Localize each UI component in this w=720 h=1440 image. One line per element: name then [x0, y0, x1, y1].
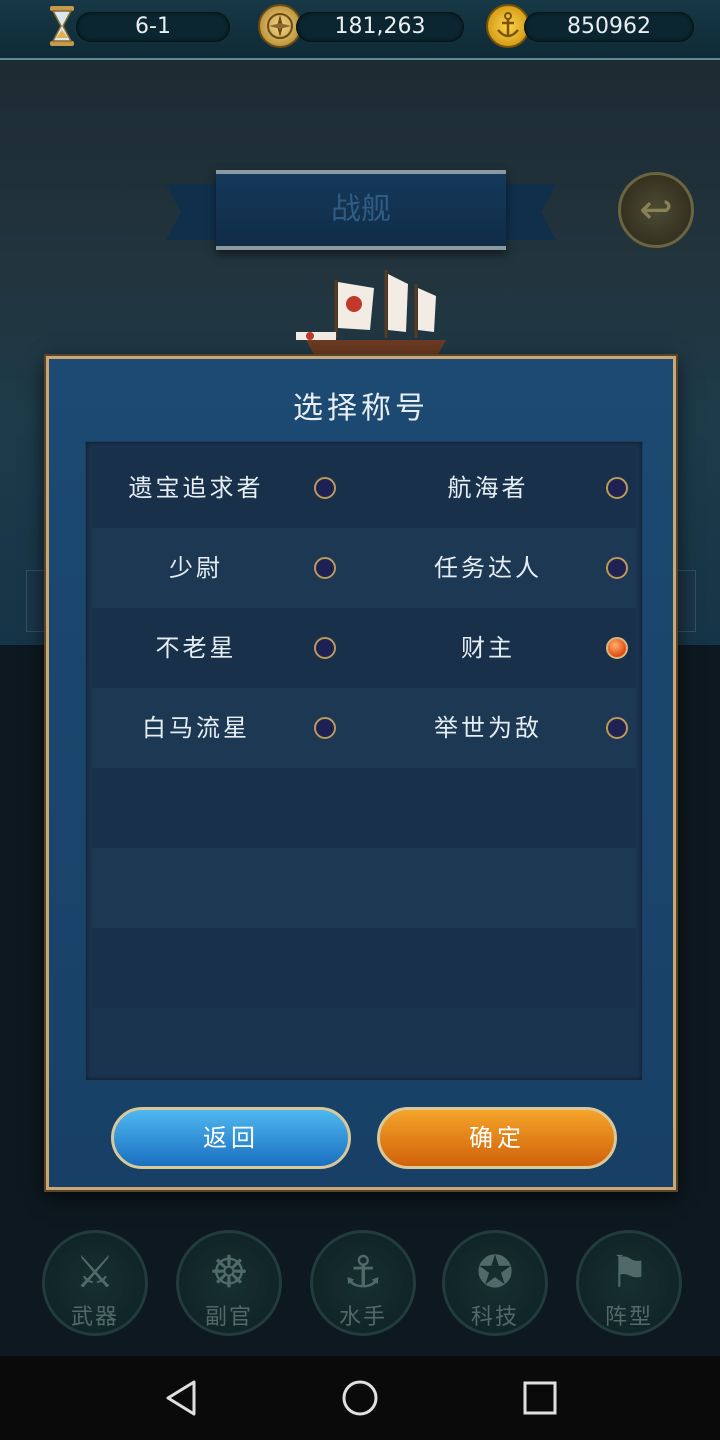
- option-label-left[interactable]: 不老星: [96, 608, 296, 688]
- sword-icon: ⚔: [75, 1247, 115, 1298]
- empty-row: [92, 768, 636, 848]
- option-label-right[interactable]: 财主: [388, 608, 588, 688]
- list-row: 白马流星 举世为敌: [92, 688, 636, 768]
- page-title: 战舰: [216, 170, 506, 250]
- option-radio-6-selected[interactable]: [606, 637, 628, 659]
- menu-weapon[interactable]: ⚔ 武器: [42, 1230, 148, 1336]
- menu-label: 水手: [338, 1305, 387, 1330]
- return-arrow-icon: ↩: [639, 187, 673, 233]
- option-radio-8[interactable]: [606, 717, 628, 739]
- back-button[interactable]: 返回: [111, 1107, 351, 1169]
- option-label-left[interactable]: 少尉: [96, 528, 296, 608]
- option-radio-4[interactable]: [606, 557, 628, 579]
- list-row: 不老星 财主: [92, 608, 636, 688]
- power-counter: 181,263: [296, 12, 464, 42]
- title-option-list: 遗宝追求者 航海者 少尉 任务达人 不老星 财主 白马流星 举世为敌: [85, 441, 643, 1081]
- option-label-left[interactable]: 白马流星: [96, 688, 296, 768]
- option-label-right[interactable]: 任务达人: [388, 528, 588, 608]
- nav-recent-icon[interactable]: [520, 1378, 560, 1418]
- list-row: 遗宝追求者 航海者: [92, 448, 636, 528]
- option-label-right[interactable]: 航海者: [388, 448, 588, 528]
- resource-bar: 6-1 181,263 850962: [0, 0, 720, 61]
- nav-back-icon[interactable]: [162, 1378, 202, 1418]
- menu-officer[interactable]: ☸ 副官: [176, 1230, 282, 1336]
- confirm-button[interactable]: 确定: [377, 1107, 617, 1169]
- menu-label: 副官: [204, 1305, 253, 1330]
- flag-icon: ⚑: [609, 1247, 649, 1298]
- option-radio-3[interactable]: [314, 557, 336, 579]
- list-row: 少尉 任务达人: [92, 528, 636, 608]
- compass-icon: ✪: [476, 1247, 514, 1298]
- menu-label: 科技: [470, 1305, 519, 1330]
- option-label-left[interactable]: 遗宝追求者: [96, 448, 296, 528]
- system-nav-bar: [0, 1356, 720, 1440]
- menu-sailor[interactable]: ⚓ 水手: [310, 1230, 416, 1336]
- option-radio-2[interactable]: [606, 477, 628, 499]
- return-button[interactable]: ↩: [618, 172, 694, 248]
- menu-formation[interactable]: ⚑ 阵型: [576, 1230, 682, 1336]
- option-radio-1[interactable]: [314, 477, 336, 499]
- stage-counter: 6-1: [76, 12, 230, 42]
- nav-home-icon[interactable]: [340, 1378, 380, 1418]
- menu-label: 阵型: [604, 1305, 653, 1330]
- option-radio-5[interactable]: [314, 637, 336, 659]
- hook-icon: ⚓: [343, 1247, 383, 1298]
- gold-counter: 850962: [524, 12, 694, 42]
- dialog-title: 选择称号: [293, 391, 429, 426]
- ship-wheel-icon: ☸: [209, 1247, 249, 1298]
- warship-image: [296, 270, 456, 360]
- empty-row: [92, 848, 636, 928]
- option-radio-7[interactable]: [314, 717, 336, 739]
- empty-row: [92, 928, 636, 1008]
- title-select-dialog: 选择称号 遗宝追求者 航海者 少尉 任务达人 不老星 财主 白马流星 举世为敌: [46, 356, 676, 1190]
- menu-label: 武器: [70, 1305, 119, 1330]
- option-label-right[interactable]: 举世为敌: [388, 688, 588, 768]
- menu-tech[interactable]: ✪ 科技: [442, 1230, 548, 1336]
